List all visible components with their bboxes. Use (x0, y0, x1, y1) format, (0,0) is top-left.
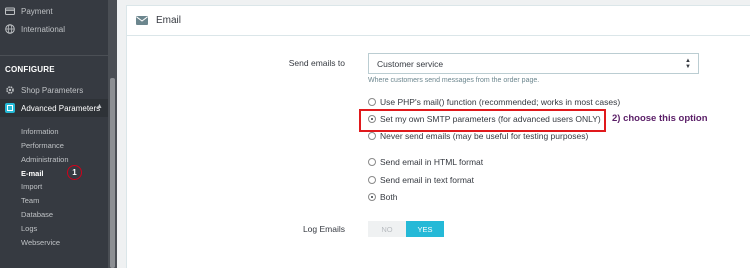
sidebar-item-advanced-parameters[interactable]: Advanced Parameters (0, 99, 108, 117)
credit-card-icon (5, 6, 15, 16)
gear-icon (5, 85, 15, 95)
annotation-highlight-box (359, 109, 606, 132)
radio-html-format[interactable]: Send email in HTML format (368, 157, 483, 167)
radio-button[interactable] (368, 176, 376, 184)
radio-label: Send email in text format (380, 175, 475, 185)
panel-title: Email (156, 15, 182, 26)
send-emails-to-help: Where customers send messages from the o… (368, 77, 540, 84)
sort-caret-icon: ▲ ▼ (685, 58, 691, 70)
sidebar-sub-item-administration[interactable]: Administration (21, 155, 69, 164)
advanced-params-icon (5, 103, 15, 113)
sidebar-item-international[interactable]: International (0, 20, 108, 38)
send-emails-to-label: Send emails to (288, 58, 345, 68)
log-emails-label: Log Emails (302, 224, 345, 234)
radio-label: Never send emails (may be useful for tes… (380, 131, 589, 141)
sidebar-divider (0, 55, 108, 56)
sidebar-item-shop-parameters[interactable]: Shop Parameters (0, 81, 108, 99)
radio-text-format[interactable]: Send email in text format (368, 175, 474, 185)
sidebar-item-label: Shop Parameters (21, 85, 84, 95)
radio-label: Send email in HTML format (380, 157, 484, 167)
sidebar-sub-item-team[interactable]: Team (21, 196, 39, 205)
sidebar-sub-item-database[interactable]: Database (21, 210, 53, 219)
chevron-up-icon[interactable]: ▲ (96, 103, 103, 110)
radio-both-formats[interactable]: Both (368, 192, 398, 202)
sidebar-sub-item-email[interactable]: E-mail (21, 169, 44, 178)
log-emails-toggle[interactable]: NO YES (368, 221, 444, 237)
email-panel: Email Send emails to Customer service ▲ ▼… (126, 5, 750, 268)
radio-button[interactable] (368, 158, 376, 166)
radio-label: Both (380, 192, 398, 202)
sidebar-sub-item-performance[interactable]: Performance (21, 141, 64, 150)
sidebar-item-label: International (21, 24, 66, 34)
sidebar-scrollbar-thumb[interactable] (110, 78, 115, 268)
radio-never-send[interactable]: Never send emails (may be useful for tes… (368, 131, 588, 141)
radio-button[interactable] (368, 132, 376, 140)
envelope-icon (136, 16, 148, 25)
sidebar-item-label: Payment (21, 6, 53, 16)
sidebar-item-label: Advanced Parameters (21, 103, 101, 113)
sidebar-item-payment[interactable]: Payment (0, 2, 108, 20)
toggle-no-option[interactable]: NO (368, 221, 406, 237)
sidebar: Payment International CONFIGURE Shop Par… (0, 0, 117, 268)
toggle-yes-option[interactable]: YES (406, 221, 444, 237)
annotation-step-2-text: 2) choose this option (612, 113, 708, 124)
sidebar-sub-item-information[interactable]: Information (21, 127, 59, 136)
sidebar-sub-item-import[interactable]: Import (21, 182, 42, 191)
select-value: Customer service (377, 58, 444, 69)
sidebar-section-title: CONFIGURE (5, 65, 55, 74)
globe-icon (5, 24, 15, 34)
sidebar-sub-item-webservice[interactable]: Webservice (21, 238, 60, 247)
sidebar-sub-item-logs[interactable]: Logs (21, 224, 37, 233)
radio-label: Use PHP's mail() function (recommended; … (380, 97, 621, 107)
panel-header: Email (127, 6, 750, 36)
radio-php-mail[interactable]: Use PHP's mail() function (recommended; … (368, 97, 620, 107)
radio-button[interactable] (368, 98, 376, 106)
radio-button[interactable] (368, 193, 376, 201)
annotation-step-1-badge: 1 (67, 165, 82, 180)
send-emails-to-select[interactable]: Customer service ▲ ▼ (368, 53, 699, 74)
